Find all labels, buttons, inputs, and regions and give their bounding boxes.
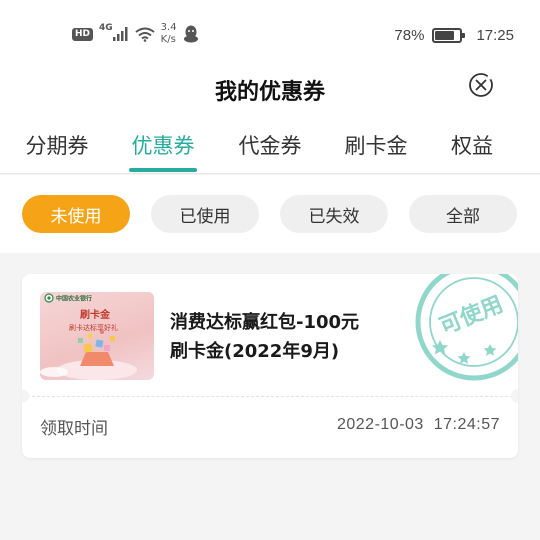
speed-value: 3.4 [160, 22, 177, 33]
card-notch-right [511, 389, 518, 403]
status-filters: 未使用 已使用 已失效 全部 [0, 175, 540, 253]
available-stamp: 可使用 [415, 274, 518, 381]
received-time-value: 2022-10-03 17:24:57 [336, 416, 500, 433]
close-circle-icon[interactable] [468, 72, 494, 98]
title-bar: 我的优惠券 [0, 60, 540, 116]
tab-benefits[interactable]: 权益 [451, 130, 493, 160]
battery-icon [432, 27, 466, 43]
status-indicators: HD 4G 3.4 K/s [72, 20, 199, 48]
coupon-title-line2: 刷卡金(2022年9月) [170, 341, 340, 362]
bank-name: 中国农业银行 [56, 295, 92, 303]
coupon-card[interactable]: 中国农业银行 刷卡金 刷卡达标享好礼 消费达标赢红包-100元 刷卡金(2022… [22, 274, 518, 458]
filter-expired[interactable]: 已失效 [280, 195, 388, 233]
card-notch-left [22, 389, 29, 403]
image-title: 刷卡金 [80, 308, 111, 321]
card-divider [22, 396, 518, 397]
status-right: 78% 17:25 [394, 24, 514, 46]
stamp-label: 可使用 [436, 292, 507, 340]
tab-coupon[interactable]: 优惠券 [132, 130, 195, 160]
coupon-title: 消费达标赢红包-100元 刷卡金(2022年9月) [170, 308, 410, 366]
speed-unit: K/s [160, 34, 176, 45]
tab-installment[interactable]: 分期券 [26, 130, 89, 160]
received-time-label: 领取时间 [40, 419, 108, 439]
coupon-image: 中国农业银行 刷卡金 刷卡达标享好礼 [40, 292, 154, 380]
coupon-title-line1: 消费达标赢红包-100元 [170, 312, 360, 333]
tab-voucher[interactable]: 代金券 [239, 130, 302, 160]
network-speed: 3.4 K/s [161, 22, 177, 46]
filter-all[interactable]: 全部 [409, 195, 517, 233]
hd-badge: HD [72, 27, 94, 41]
filter-used[interactable]: 已使用 [151, 195, 259, 233]
page-title: 我的优惠券 [214, 80, 325, 105]
image-subtitle: 刷卡达标享好礼 [69, 323, 118, 332]
qq-icon [183, 25, 198, 43]
battery-percent: 78% [394, 26, 425, 44]
coupon-type-tabs: 分期券 优惠券 代金券 刷卡金 权益 [0, 116, 540, 174]
battery-level [435, 30, 455, 40]
filter-unused[interactable]: 未使用 [22, 195, 130, 233]
network-type: 4G [99, 23, 113, 33]
coupon-illustration: 中国农业银行 刷卡金 刷卡达标享好礼 [40, 293, 137, 380]
tab-card-cash[interactable]: 刷卡金 [345, 130, 408, 160]
active-tab-indicator [129, 168, 197, 172]
signal-icon [112, 27, 128, 41]
clock: 17:25 [476, 26, 514, 44]
wifi-icon [135, 27, 155, 42]
